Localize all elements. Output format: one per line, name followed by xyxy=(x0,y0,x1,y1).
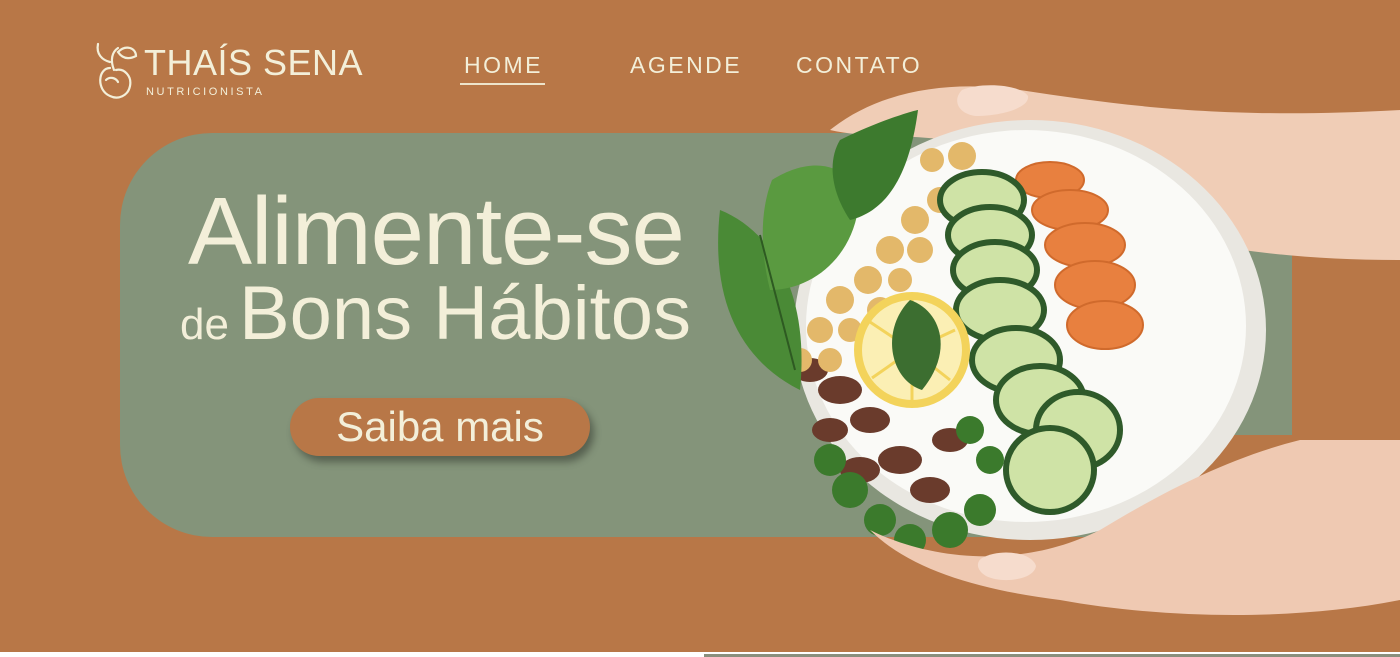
nav-home[interactable]: HOME xyxy=(460,52,545,85)
hero-headline-de: de xyxy=(180,300,229,349)
hero-headline-line1: Alimente-se xyxy=(188,178,685,285)
hero-headline-line2: de Bons Hábitos xyxy=(180,276,691,352)
brand-logo[interactable]: THAÍS SENA NUTRICIONISTA xyxy=(92,40,372,102)
bottom-divider xyxy=(0,652,1400,657)
brand-tagline: NUTRICIONISTA xyxy=(146,86,265,98)
hands-holding-salad-bowl-image xyxy=(718,85,1400,615)
leaf-apple-logo-icon xyxy=(96,42,138,99)
brand-name: THAÍS SENA xyxy=(144,42,364,83)
hero-headline-bons-habitos: Bons Hábitos xyxy=(238,271,691,356)
saiba-mais-button[interactable]: Saiba mais xyxy=(290,398,590,456)
